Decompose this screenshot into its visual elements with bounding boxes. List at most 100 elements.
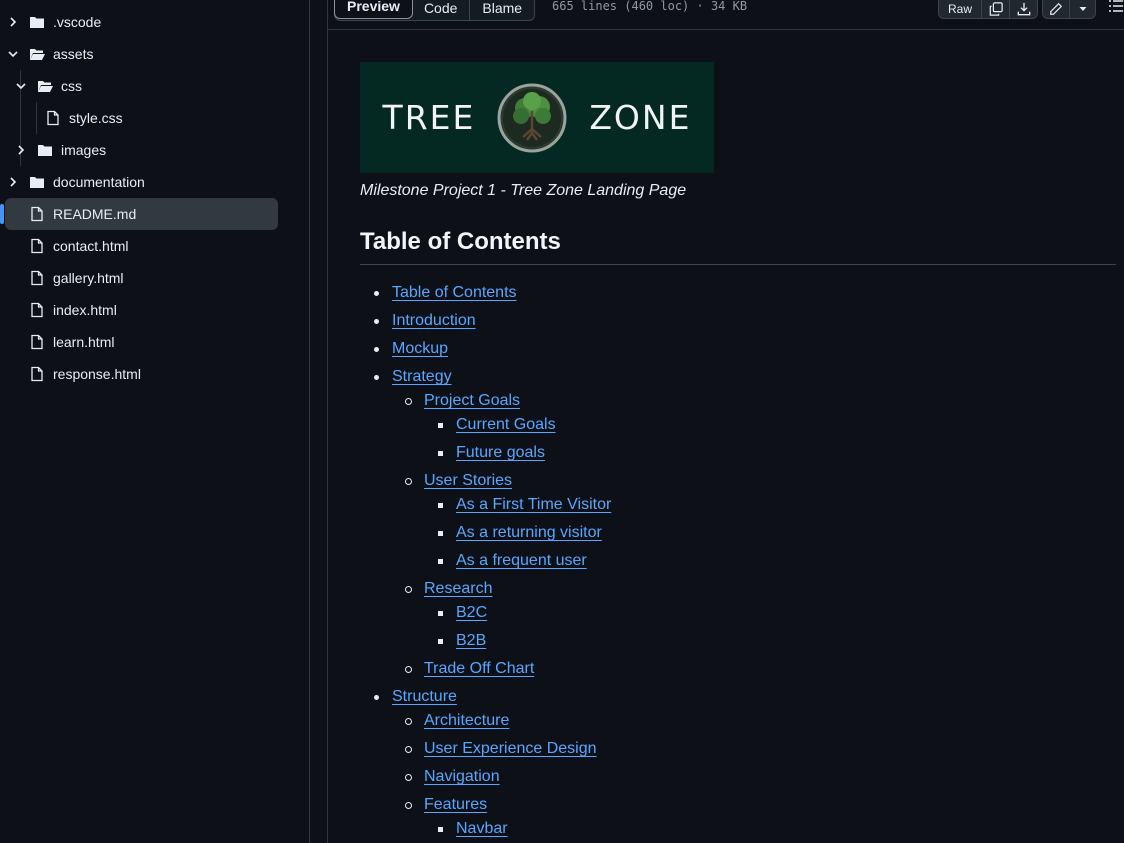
toc-link-first-time-visitor[interactable]: As a First Time Visitor <box>456 496 611 514</box>
toc-link-user-stories[interactable]: User Stories <box>424 472 512 490</box>
file-tree-sidebar: .vscode assets css style.css images docu… <box>0 0 310 843</box>
toc-bullet <box>374 319 379 324</box>
toc-bullet <box>405 746 412 753</box>
toc-link-text[interactable]: Trade Off Chart <box>424 660 534 677</box>
chevron-right-icon[interactable] <box>13 142 29 158</box>
outline-button[interactable] <box>1108 0 1124 16</box>
toc-link-text[interactable]: Research <box>424 580 492 597</box>
toc-link-text[interactable]: As a frequent user <box>456 552 587 569</box>
tree-item-documentation[interactable]: documentation <box>0 166 310 198</box>
toc-link-navigation[interactable]: Navigation <box>424 768 500 786</box>
toc-link-navbar[interactable]: Navbar <box>456 820 508 838</box>
toc-link-frequent-user[interactable]: As a frequent user <box>456 552 587 570</box>
toc-link-research[interactable]: Research <box>424 580 492 598</box>
file-icon <box>31 302 43 318</box>
toc-bullet <box>405 802 412 809</box>
toc-link-b2b[interactable]: B2B <box>456 632 486 650</box>
toc-link-text[interactable]: Navbar <box>456 820 508 837</box>
tab-code[interactable]: Code <box>412 0 469 20</box>
toc-link-structure[interactable]: Structure <box>392 688 457 706</box>
toc-bullet <box>438 531 443 536</box>
raw-copy-download-group: Raw <box>938 0 1038 19</box>
toc-link-text[interactable]: Introduction <box>392 312 476 329</box>
toc-link-text[interactable]: Future goals <box>456 444 545 461</box>
toc-bullet <box>438 423 443 428</box>
tab-preview[interactable]: Preview <box>334 0 413 19</box>
download-button[interactable] <box>1009 0 1037 18</box>
toc-link-text[interactable]: Architecture <box>424 712 509 729</box>
file-icon <box>31 270 43 286</box>
toc-link-table-of-contents[interactable]: Table of Contents <box>392 284 517 302</box>
tree-item-vscode[interactable]: .vscode <box>0 6 310 38</box>
toc-link-introduction[interactable]: Introduction <box>392 312 476 330</box>
tab-blame[interactable]: Blame <box>469 0 534 20</box>
toc-link-mockup[interactable]: Mockup <box>392 340 448 358</box>
tree-item-label: style.css <box>69 110 123 126</box>
toc-link-b2c[interactable]: B2C <box>456 604 487 622</box>
folder-open-icon <box>38 81 53 92</box>
toc-link-trade-off-chart[interactable]: Trade Off Chart <box>424 660 534 678</box>
toc-link-text[interactable]: As a First Time Visitor <box>456 496 611 513</box>
toc-link-text[interactable]: Current Goals <box>456 416 556 433</box>
toc-bullet <box>405 666 412 673</box>
tree-item-index-html[interactable]: index.html <box>0 294 310 326</box>
pencil-icon <box>1050 2 1063 15</box>
toc-link-future-goals[interactable]: Future goals <box>456 444 545 462</box>
edit-dropdown-button[interactable] <box>1069 0 1095 18</box>
toc-link-text[interactable]: As a returning visitor <box>456 524 602 541</box>
tree-item-readme[interactable]: README.md <box>0 198 310 230</box>
edit-button[interactable] <box>1043 0 1069 18</box>
toc-link-text[interactable]: B2B <box>456 632 486 649</box>
tree-item-label: response.html <box>53 366 141 382</box>
tree-item-learn-html[interactable]: learn.html <box>0 326 310 358</box>
toc-bullet <box>438 451 443 456</box>
toc-link-text[interactable]: B2C <box>456 604 487 621</box>
tree-item-assets[interactable]: assets <box>0 38 310 70</box>
toc-bullet <box>438 503 443 508</box>
file-toolbar: Preview Code Blame 665 lines (460 loc) ·… <box>328 0 1124 30</box>
toc-link-text[interactable]: User Stories <box>424 472 512 489</box>
toc-link-text[interactable]: Navigation <box>424 768 500 785</box>
toc-link-text[interactable]: Features <box>424 796 487 813</box>
chevron-down-icon[interactable] <box>5 46 21 62</box>
copy-button[interactable] <box>981 0 1009 18</box>
toc-link-project-goals[interactable]: Project Goals <box>424 392 520 410</box>
toc-link-architecture[interactable]: Architecture <box>424 712 509 730</box>
toc-bullet <box>405 398 412 405</box>
toc-bullet <box>374 375 379 380</box>
toc-link-text[interactable]: Project Goals <box>424 392 520 409</box>
toc-link-text[interactable]: Strategy <box>392 368 452 385</box>
raw-label: Raw <box>947 1 972 16</box>
tree-item-label: gallery.html <box>53 270 124 286</box>
tree-item-css[interactable]: css <box>0 70 310 102</box>
tree-logo-icon <box>497 83 567 152</box>
toc-link-features[interactable]: Features <box>424 796 487 814</box>
raw-button[interactable]: Raw <box>939 0 981 18</box>
toc-bullet <box>405 718 412 725</box>
folder-open-icon <box>30 49 45 60</box>
toc-link-text[interactable]: User Experience Design <box>424 740 597 757</box>
tree-item-gallery-html[interactable]: gallery.html <box>0 262 310 294</box>
toc-link-current-goals[interactable]: Current Goals <box>456 416 556 434</box>
tree-item-contact-html[interactable]: contact.html <box>0 230 310 262</box>
selection-highlight <box>5 198 278 230</box>
banner-left-word: TREE <box>382 98 476 137</box>
toc-link-text[interactable]: Table of Contents <box>392 284 517 301</box>
chevron-right-icon[interactable] <box>5 174 21 190</box>
chevron-down-icon[interactable] <box>13 78 29 94</box>
tree-item-response-html[interactable]: response.html <box>0 358 310 390</box>
chevron-right-icon[interactable] <box>5 14 21 30</box>
tree-item-label: index.html <box>53 302 117 318</box>
edit-group <box>1042 0 1096 19</box>
toc-link-ux-design[interactable]: User Experience Design <box>424 740 597 758</box>
tree-item-images[interactable]: images <box>0 134 310 166</box>
toc-bullet <box>438 559 443 564</box>
toc-link-returning-visitor[interactable]: As a returning visitor <box>456 524 602 542</box>
toc-link-text[interactable]: Structure <box>392 688 457 705</box>
tree-item-style-css[interactable]: style.css <box>0 102 310 134</box>
toc-bullet <box>438 827 443 832</box>
toc-link-strategy[interactable]: Strategy <box>392 368 452 386</box>
toc-link-text[interactable]: Mockup <box>392 340 448 357</box>
tree-item-label: assets <box>53 46 94 62</box>
view-mode-switch: Preview Code Blame <box>334 0 536 21</box>
